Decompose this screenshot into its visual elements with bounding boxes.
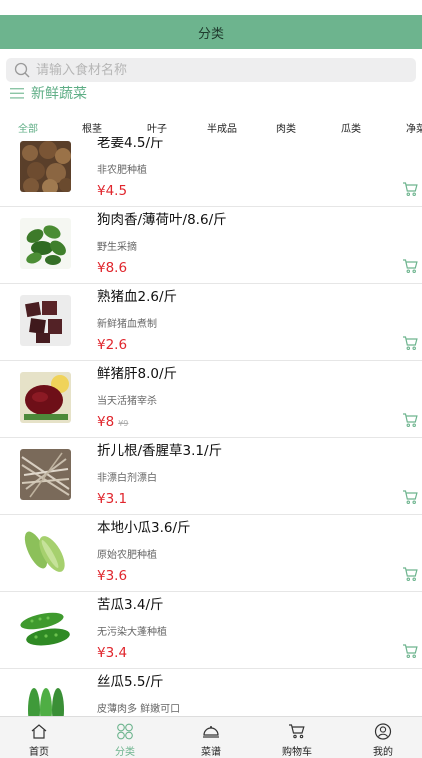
product-desc: 新鲜猪血煮制 <box>97 319 157 330</box>
product-image-ginger <box>20 141 71 192</box>
product-item[interactable]: 熟猪血2.6/斤 新鲜猪血煮制 ¥2.6 <box>0 285 422 361</box>
product-image-luffa <box>20 680 71 717</box>
product-item[interactable]: 苦瓜3.4/斤 无污染大蓬种植 ¥3.4 <box>0 593 422 669</box>
product-desc: 原始农肥种植 <box>97 550 157 561</box>
status-strip <box>0 0 422 15</box>
tab-all[interactable]: 全部 <box>18 120 38 135</box>
nav-label: 首页 <box>29 747 49 758</box>
product-image-mint <box>20 218 71 269</box>
search-bar[interactable] <box>6 58 416 82</box>
category-icon <box>117 723 133 740</box>
recipe-cloche-icon <box>203 726 219 738</box>
nav-recipes[interactable]: 菜谱 <box>181 717 241 758</box>
product-item[interactable]: 鲜猪肝8.0/斤 当天活猪宰杀 ¥8 ¥9 <box>0 362 422 438</box>
product-list: 老姜4.5/斤 非农肥种植 ¥4.5 狗肉香/薄荷叶/8.6/斤 野生采摘 ¥8… <box>0 137 422 717</box>
product-name: 丝瓜5.5/斤 <box>97 674 164 690</box>
tab-meat[interactable]: 肉类 <box>276 120 296 135</box>
product-item[interactable]: 丝瓜5.5/斤 皮薄肉多 鲜嫩可口 <box>0 670 422 717</box>
home-icon <box>31 724 47 739</box>
nav-label: 菜谱 <box>201 747 221 758</box>
cart-icon <box>289 724 305 739</box>
product-image-pig-blood <box>20 295 71 346</box>
add-to-cart-icon[interactable] <box>402 181 418 197</box>
bottom-tab-bar: 首页 分类 菜谱 购物车 我的 <box>0 716 422 758</box>
add-to-cart-icon[interactable] <box>402 566 418 582</box>
product-name: 折儿根/香腥草3.1/斤 <box>97 443 223 459</box>
add-to-cart-icon[interactable] <box>402 412 418 428</box>
product-name: 鲜猪肝8.0/斤 <box>97 366 178 382</box>
category-tabs: 全部 根茎 叶子 半成品 肉类 瓜类 净菜 <box>0 117 422 137</box>
product-name: 狗肉香/薄荷叶/8.6/斤 <box>97 212 227 228</box>
nav-cart[interactable]: 购物车 <box>267 717 327 758</box>
search-input[interactable] <box>36 62 376 78</box>
product-name: 老姜4.5/斤 <box>97 137 164 151</box>
product-item[interactable]: 折儿根/香腥草3.1/斤 非漂白剂漂白 ¥3.1 <box>0 439 422 515</box>
product-name: 苦瓜3.4/斤 <box>97 597 164 613</box>
product-desc: 当天活猪宰杀 <box>97 396 157 407</box>
product-image-bitter-melon <box>20 603 71 654</box>
product-desc: 非漂白剂漂白 <box>97 473 157 484</box>
product-image-houttuynia-root <box>20 449 71 500</box>
product-image-small-melon <box>20 526 71 577</box>
top-bar: 分类 <box>0 15 422 49</box>
add-to-cart-icon[interactable] <box>402 643 418 659</box>
product-desc: 皮薄肉多 鲜嫩可口 <box>97 704 181 715</box>
product-item[interactable]: 本地小瓜3.6/斤 原始农肥种植 ¥3.6 <box>0 516 422 592</box>
product-price: ¥3.6 <box>97 568 128 584</box>
product-price: ¥8.6 <box>97 260 128 276</box>
page-title: 分类 <box>197 26 224 42</box>
nav-home[interactable]: 首页 <box>9 717 69 758</box>
tab-semi-finished[interactable]: 半成品 <box>207 120 237 135</box>
product-desc: 野生采摘 <box>97 242 137 253</box>
tab-clean-veg[interactable]: 净菜 <box>406 120 422 135</box>
product-name: 熟猪血2.6/斤 <box>97 289 178 305</box>
product-price: ¥8 ¥9 <box>97 414 129 430</box>
product-price: ¥2.6 <box>97 337 128 353</box>
nav-label: 我的 <box>373 747 393 758</box>
add-to-cart-icon[interactable] <box>402 489 418 505</box>
tab-melon[interactable]: 瓜类 <box>341 120 361 135</box>
product-price: ¥3.4 <box>97 645 128 661</box>
original-price: ¥9 <box>118 419 129 428</box>
search-icon <box>14 62 30 78</box>
section-title: 新鲜蔬菜 <box>31 86 87 102</box>
product-price: ¥4.5 <box>97 183 128 199</box>
nav-label: 分类 <box>115 747 135 758</box>
product-item[interactable]: 老姜4.5/斤 非农肥种植 ¥4.5 <box>0 137 422 207</box>
product-item[interactable]: 狗肉香/薄荷叶/8.6/斤 野生采摘 ¥8.6 <box>0 208 422 284</box>
tab-leaf[interactable]: 叶子 <box>147 120 167 135</box>
section-header: 新鲜蔬菜 <box>10 83 87 103</box>
product-desc: 无污染大蓬种植 <box>97 627 167 638</box>
nav-label: 购物车 <box>282 747 312 758</box>
tab-root[interactable]: 根茎 <box>82 120 102 135</box>
product-desc: 非农肥种植 <box>97 165 147 176</box>
add-to-cart-icon[interactable] <box>402 258 418 274</box>
product-image-pork-liver <box>20 372 71 423</box>
product-name: 本地小瓜3.6/斤 <box>97 520 191 536</box>
menu-lines-icon <box>10 87 24 99</box>
user-icon <box>374 723 392 740</box>
nav-category[interactable]: 分类 <box>95 717 155 758</box>
add-to-cart-icon[interactable] <box>402 335 418 351</box>
product-price: ¥3.1 <box>97 491 128 507</box>
nav-profile[interactable]: 我的 <box>353 717 413 758</box>
